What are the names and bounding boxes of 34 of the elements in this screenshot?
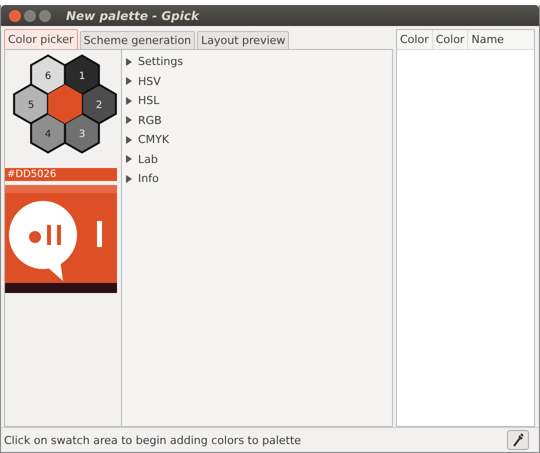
swatch[interactable]: 2 bbox=[81, 83, 117, 125]
tree-item[interactable]: Lab bbox=[122, 150, 392, 169]
tree-item[interactable]: Info bbox=[122, 169, 392, 188]
eyedropper-button[interactable] bbox=[507, 430, 529, 450]
status-text: Click on swatch area to begin adding colors to palette bbox=[4, 434, 302, 446]
minimize-icon[interactable] bbox=[24, 10, 36, 22]
close-icon[interactable] bbox=[9, 10, 21, 22]
maximize-icon[interactable] bbox=[39, 10, 51, 22]
color-value-label: #DD5026 bbox=[5, 168, 117, 181]
expand-icon[interactable] bbox=[125, 116, 133, 124]
eyedropper-icon bbox=[512, 433, 524, 447]
swatch[interactable]: 4 bbox=[30, 112, 66, 154]
tab[interactable]: Scheme generation bbox=[80, 31, 196, 49]
tab[interactable]: Layout preview bbox=[197, 31, 290, 49]
expand-icon[interactable] bbox=[125, 174, 133, 183]
tree-item[interactable]: CMYK bbox=[122, 130, 392, 150]
expand-icon[interactable] bbox=[125, 155, 133, 164]
tree-item[interactable]: RGB bbox=[122, 110, 392, 130]
expand-icon[interactable] bbox=[125, 58, 133, 66]
expand-icon[interactable] bbox=[125, 96, 133, 105]
tree-item[interactable]: HSL bbox=[122, 91, 392, 110]
window-title: New palette - Gpick bbox=[66, 8, 199, 22]
tree-item[interactable]: Settings bbox=[122, 52, 392, 72]
column-header[interactable]: Name bbox=[468, 30, 534, 49]
swatch[interactable]: 1 bbox=[64, 54, 100, 96]
column-header[interactable]: Color bbox=[432, 30, 468, 49]
swatch[interactable]: 5 bbox=[13, 83, 49, 125]
current-color-swatch[interactable] bbox=[48, 84, 82, 124]
column-header[interactable]: Color bbox=[397, 30, 433, 49]
tab[interactable]: Color picker bbox=[4, 29, 78, 49]
expand-icon[interactable] bbox=[125, 136, 133, 144]
swatch[interactable]: 3 bbox=[64, 112, 100, 154]
tree-item[interactable]: HSV bbox=[122, 72, 392, 91]
expand-icon[interactable] bbox=[125, 77, 133, 86]
